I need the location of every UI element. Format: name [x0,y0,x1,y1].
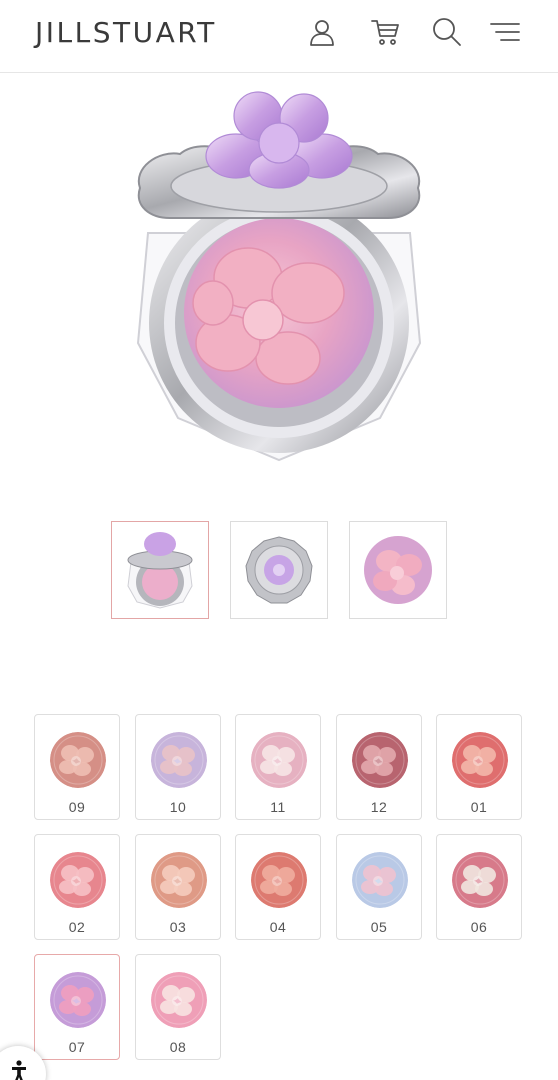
shade-code-label: 11 [270,799,286,815]
menu-icon[interactable] [488,14,522,50]
shade-color-disc [452,732,508,788]
shade-color-disc [50,732,106,788]
shade-code-label: 01 [470,799,488,815]
shade-color-disc [452,852,508,908]
shade-swatch[interactable]: 10 [135,714,221,820]
shade-swatch[interactable]: 09 [34,714,120,820]
shade-code-label: 04 [269,919,287,935]
shade-swatch[interactable]: 04 [235,834,321,940]
product-main-image [118,88,440,468]
shade-swatch[interactable]: 08 [135,954,221,1060]
cart-icon[interactable] [368,14,402,50]
shade-code-label: 10 [169,799,187,815]
accessibility-icon [12,1060,26,1080]
shade-code-label: 03 [169,919,187,935]
shade-color-disc [251,732,307,788]
account-icon[interactable] [305,14,339,50]
shade-color-disc [352,732,408,788]
thumbnail-powder-close-up[interactable] [349,521,447,619]
shade-swatch[interactable]: 05 [336,834,422,940]
shade-color-disc [151,852,207,908]
shade-code-label: 06 [470,919,488,935]
shade-color-disc [352,852,408,908]
shade-swatch[interactable]: 11 [235,714,321,820]
shade-swatch[interactable]: 06 [436,834,522,940]
shade-code-label: 05 [370,919,388,935]
shade-code-label: 08 [169,1039,187,1055]
shade-code-label: 02 [68,919,86,935]
search-icon[interactable] [430,14,464,50]
brand-logo[interactable]: JILLSTUART [35,16,217,49]
site-header: JILLSTUART [0,0,558,73]
shade-color-disc [151,732,207,788]
thumbnail-compact-lid-top[interactable] [230,521,328,619]
thumbnail-strip [111,521,451,619]
shade-color-disc [50,852,106,908]
shade-swatch[interactable]: 12 [336,714,422,820]
shade-color-disc [251,852,307,908]
shade-color-disc [151,972,207,1028]
shade-color-disc [50,972,106,1028]
thumbnail-compact-front[interactable] [111,521,209,619]
shade-swatch[interactable]: 01 [436,714,522,820]
shade-swatch[interactable]: 07 [34,954,120,1060]
shade-swatch[interactable]: 03 [135,834,221,940]
shade-swatch[interactable]: 02 [34,834,120,940]
shade-code-label: 07 [68,1039,86,1055]
shade-code-label: 12 [370,799,388,815]
shade-code-label: 09 [68,799,86,815]
